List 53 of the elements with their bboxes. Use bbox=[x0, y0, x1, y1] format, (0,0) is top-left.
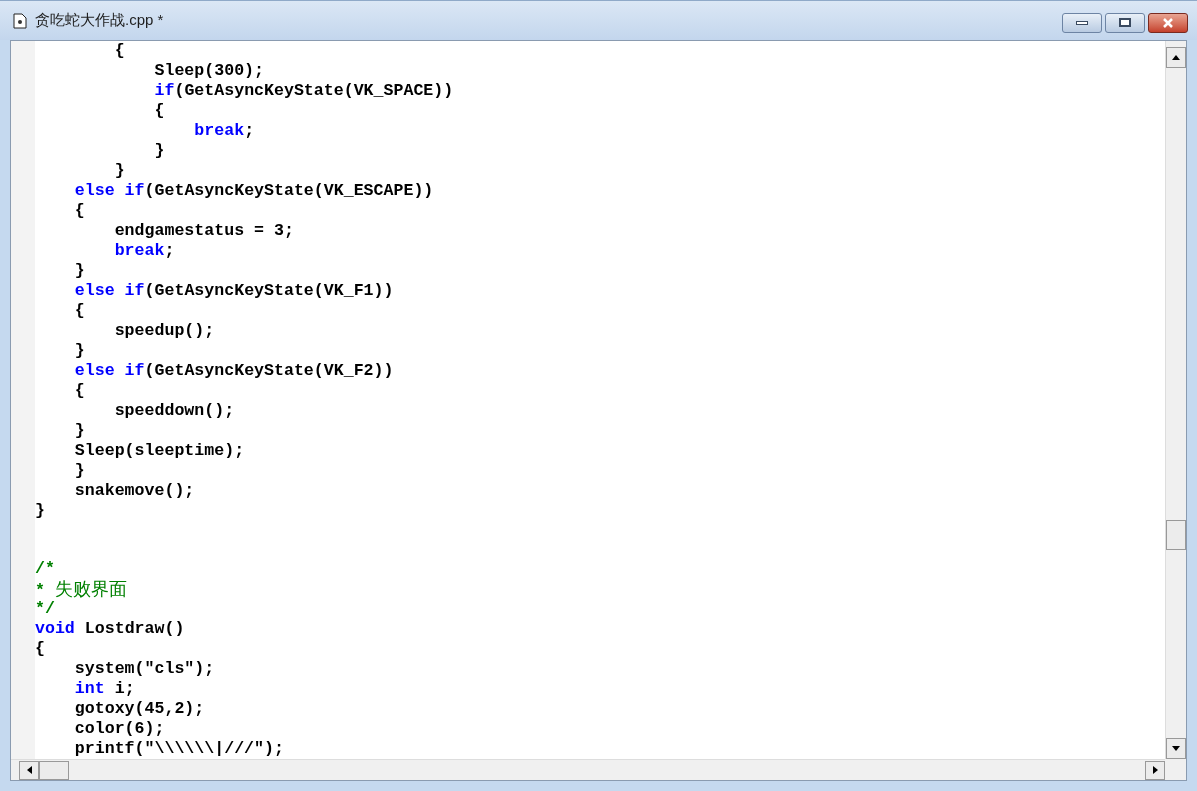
code-line: system("cls"); bbox=[73, 659, 215, 679]
down-arrow-icon bbox=[1172, 746, 1180, 751]
close-button[interactable] bbox=[1148, 12, 1188, 33]
scroll-down-button[interactable] bbox=[1166, 738, 1186, 759]
minimize-button[interactable] bbox=[1062, 12, 1102, 33]
code-line: void Lostdraw() bbox=[35, 619, 185, 639]
code-line: } bbox=[73, 341, 85, 361]
scroll-thumb[interactable] bbox=[1166, 520, 1186, 550]
code-line: snakemove(); bbox=[73, 481, 195, 501]
code-line: } bbox=[35, 501, 45, 521]
code-line: */ bbox=[35, 599, 55, 619]
code-line: if(GetAsyncKeyState(VK_SPACE)) bbox=[153, 81, 454, 101]
left-arrow-icon bbox=[26, 766, 32, 774]
scroll-up-button[interactable] bbox=[1166, 47, 1186, 68]
code-line: speeddown(); bbox=[113, 401, 235, 421]
code-line: printf("\\\\\\|///"); bbox=[73, 739, 284, 759]
code-line: } bbox=[113, 161, 125, 181]
code-line: break; bbox=[193, 121, 255, 141]
code-line: { bbox=[113, 41, 125, 61]
code-line: color(6); bbox=[73, 719, 165, 739]
scroll-left-button[interactable] bbox=[19, 760, 39, 780]
code-line: break; bbox=[113, 241, 175, 261]
code-line: gotoxy(45,2); bbox=[73, 699, 205, 719]
code-line: } bbox=[153, 141, 165, 161]
code-line: else if(GetAsyncKeyState(VK_ESCAPE)) bbox=[73, 181, 434, 201]
right-arrow-icon bbox=[1152, 766, 1158, 774]
window-title: 贪吃蛇大作战.cpp * bbox=[35, 10, 164, 31]
code-line: else if(GetAsyncKeyState(VK_F1)) bbox=[73, 281, 394, 301]
code-line: Sleep(300); bbox=[153, 61, 265, 81]
code-line: { bbox=[73, 301, 85, 321]
up-arrow-icon bbox=[1172, 55, 1180, 60]
code-line: /* bbox=[35, 559, 55, 579]
code-line: int i; bbox=[73, 679, 135, 699]
code-line: Sleep(sleeptime); bbox=[73, 441, 245, 461]
vertical-scrollbar[interactable] bbox=[1165, 41, 1186, 759]
scroll-right-button[interactable] bbox=[1145, 760, 1165, 780]
close-icon bbox=[1162, 17, 1174, 28]
code-line: speedup(); bbox=[113, 321, 215, 341]
horizontal-scrollbar[interactable] bbox=[11, 759, 1165, 780]
code-line: { bbox=[73, 201, 85, 221]
maximize-button[interactable] bbox=[1105, 12, 1145, 33]
resize-grip[interactable] bbox=[1165, 759, 1186, 780]
code-line: else if(GetAsyncKeyState(VK_F2)) bbox=[73, 361, 394, 381]
code-line: { bbox=[35, 639, 45, 659]
document-icon bbox=[13, 12, 27, 29]
code-line: { bbox=[153, 101, 165, 121]
scroll-thumb[interactable] bbox=[39, 760, 69, 780]
code-line: * 失败界面 bbox=[35, 579, 127, 599]
code-line: endgamestatus = 3; bbox=[113, 221, 294, 241]
code-line: { bbox=[73, 381, 85, 401]
code-line: } bbox=[73, 261, 85, 281]
code-line: } bbox=[73, 461, 85, 481]
code-line: } bbox=[73, 421, 85, 441]
